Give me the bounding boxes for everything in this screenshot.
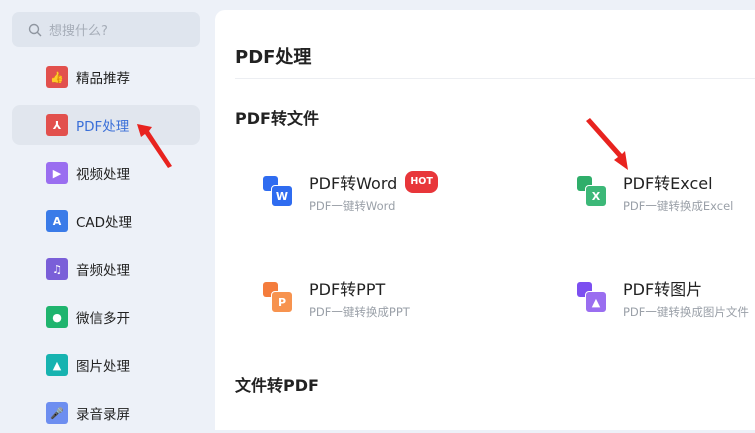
tool-desc: PDF一键转换成Excel: [623, 199, 734, 213]
sidebar-item-label: 录音录屏: [76, 407, 130, 423]
music-icon: ♫: [46, 258, 68, 280]
sidebar-item-video[interactable]: ▶ 视频处理: [12, 153, 200, 193]
excel-icon: X: [577, 176, 609, 208]
sidebar-item-label: CAD处理: [76, 215, 133, 231]
thumbs-up-icon: 👍: [46, 66, 68, 88]
section-pdf-to-file: PDF转文件: [235, 109, 319, 128]
search-input[interactable]: 想搜什么?: [12, 12, 200, 47]
image-convert-icon: ▲: [577, 282, 609, 314]
tool-name: PDF转图片: [623, 280, 703, 299]
tool-name: PDF转PPT: [309, 280, 386, 299]
sidebar-item-label: 音频处理: [76, 263, 130, 279]
sidebar-item-audio[interactable]: ♫ 音频处理: [12, 249, 200, 289]
sidebar-item-label: 图片处理: [76, 359, 130, 375]
divider: [235, 78, 755, 79]
tool-desc: PDF一键转换成PPT: [309, 305, 410, 319]
tool-name: PDF转Excel: [623, 174, 713, 193]
page-title: PDF处理: [235, 47, 312, 68]
sidebar-item-image[interactable]: ▲ 图片处理: [12, 345, 200, 385]
tool-pdf-to-image[interactable]: ▲ PDF转图片 PDF一键转换成图片文件: [577, 280, 749, 320]
mic-icon: 🎤: [46, 402, 68, 424]
sidebar-item-cad[interactable]: A CAD处理: [12, 201, 200, 241]
hot-badge: HOT: [405, 171, 438, 193]
search-placeholder: 想搜什么?: [49, 24, 108, 39]
tool-pdf-to-word[interactable]: W PDF转Word HOT PDF一键转Word: [263, 171, 438, 214]
sidebar-item-wechat[interactable]: ● 微信多开: [12, 297, 200, 337]
tool-desc: PDF一键转Word: [309, 199, 396, 213]
tool-pdf-to-ppt[interactable]: P PDF转PPT PDF一键转换成PPT: [263, 280, 410, 320]
main-panel: PDF处理 PDF转文件 W PDF转Word HOT PDF一键转Word X …: [215, 10, 755, 430]
section-file-to-pdf: 文件转PDF: [235, 376, 319, 395]
tool-desc: PDF一键转换成图片文件: [623, 305, 749, 319]
image-icon: ▲: [46, 354, 68, 376]
sidebar-item-label: 精品推荐: [76, 71, 130, 87]
ppt-icon: P: [263, 282, 295, 314]
cad-icon: A: [46, 210, 68, 232]
search-icon: [28, 23, 42, 36]
sidebar-item-label: 微信多开: [76, 311, 130, 327]
wechat-icon: ●: [46, 306, 68, 328]
sidebar-item-label: PDF处理: [76, 119, 130, 135]
tool-name: PDF转Word: [309, 174, 398, 193]
sidebar-item-record[interactable]: 🎤 录音录屏: [12, 393, 200, 433]
sidebar-item-label: 视频处理: [76, 167, 130, 183]
sidebar: 想搜什么? 👍 精品推荐 ⅄ PDF处理 ▶ 视频处理 A CAD处理 ♫ 音频处理 ● 微…: [0, 0, 214, 424]
pdf-icon: ⅄: [46, 114, 68, 136]
sidebar-item-featured[interactable]: 👍 精品推荐: [12, 57, 200, 97]
sidebar-item-pdf[interactable]: ⅄ PDF处理: [12, 105, 200, 145]
word-icon: W: [263, 176, 295, 208]
tool-pdf-to-excel[interactable]: X PDF转Excel PDF一键转换成Excel: [577, 174, 733, 214]
play-icon: ▶: [46, 162, 68, 184]
